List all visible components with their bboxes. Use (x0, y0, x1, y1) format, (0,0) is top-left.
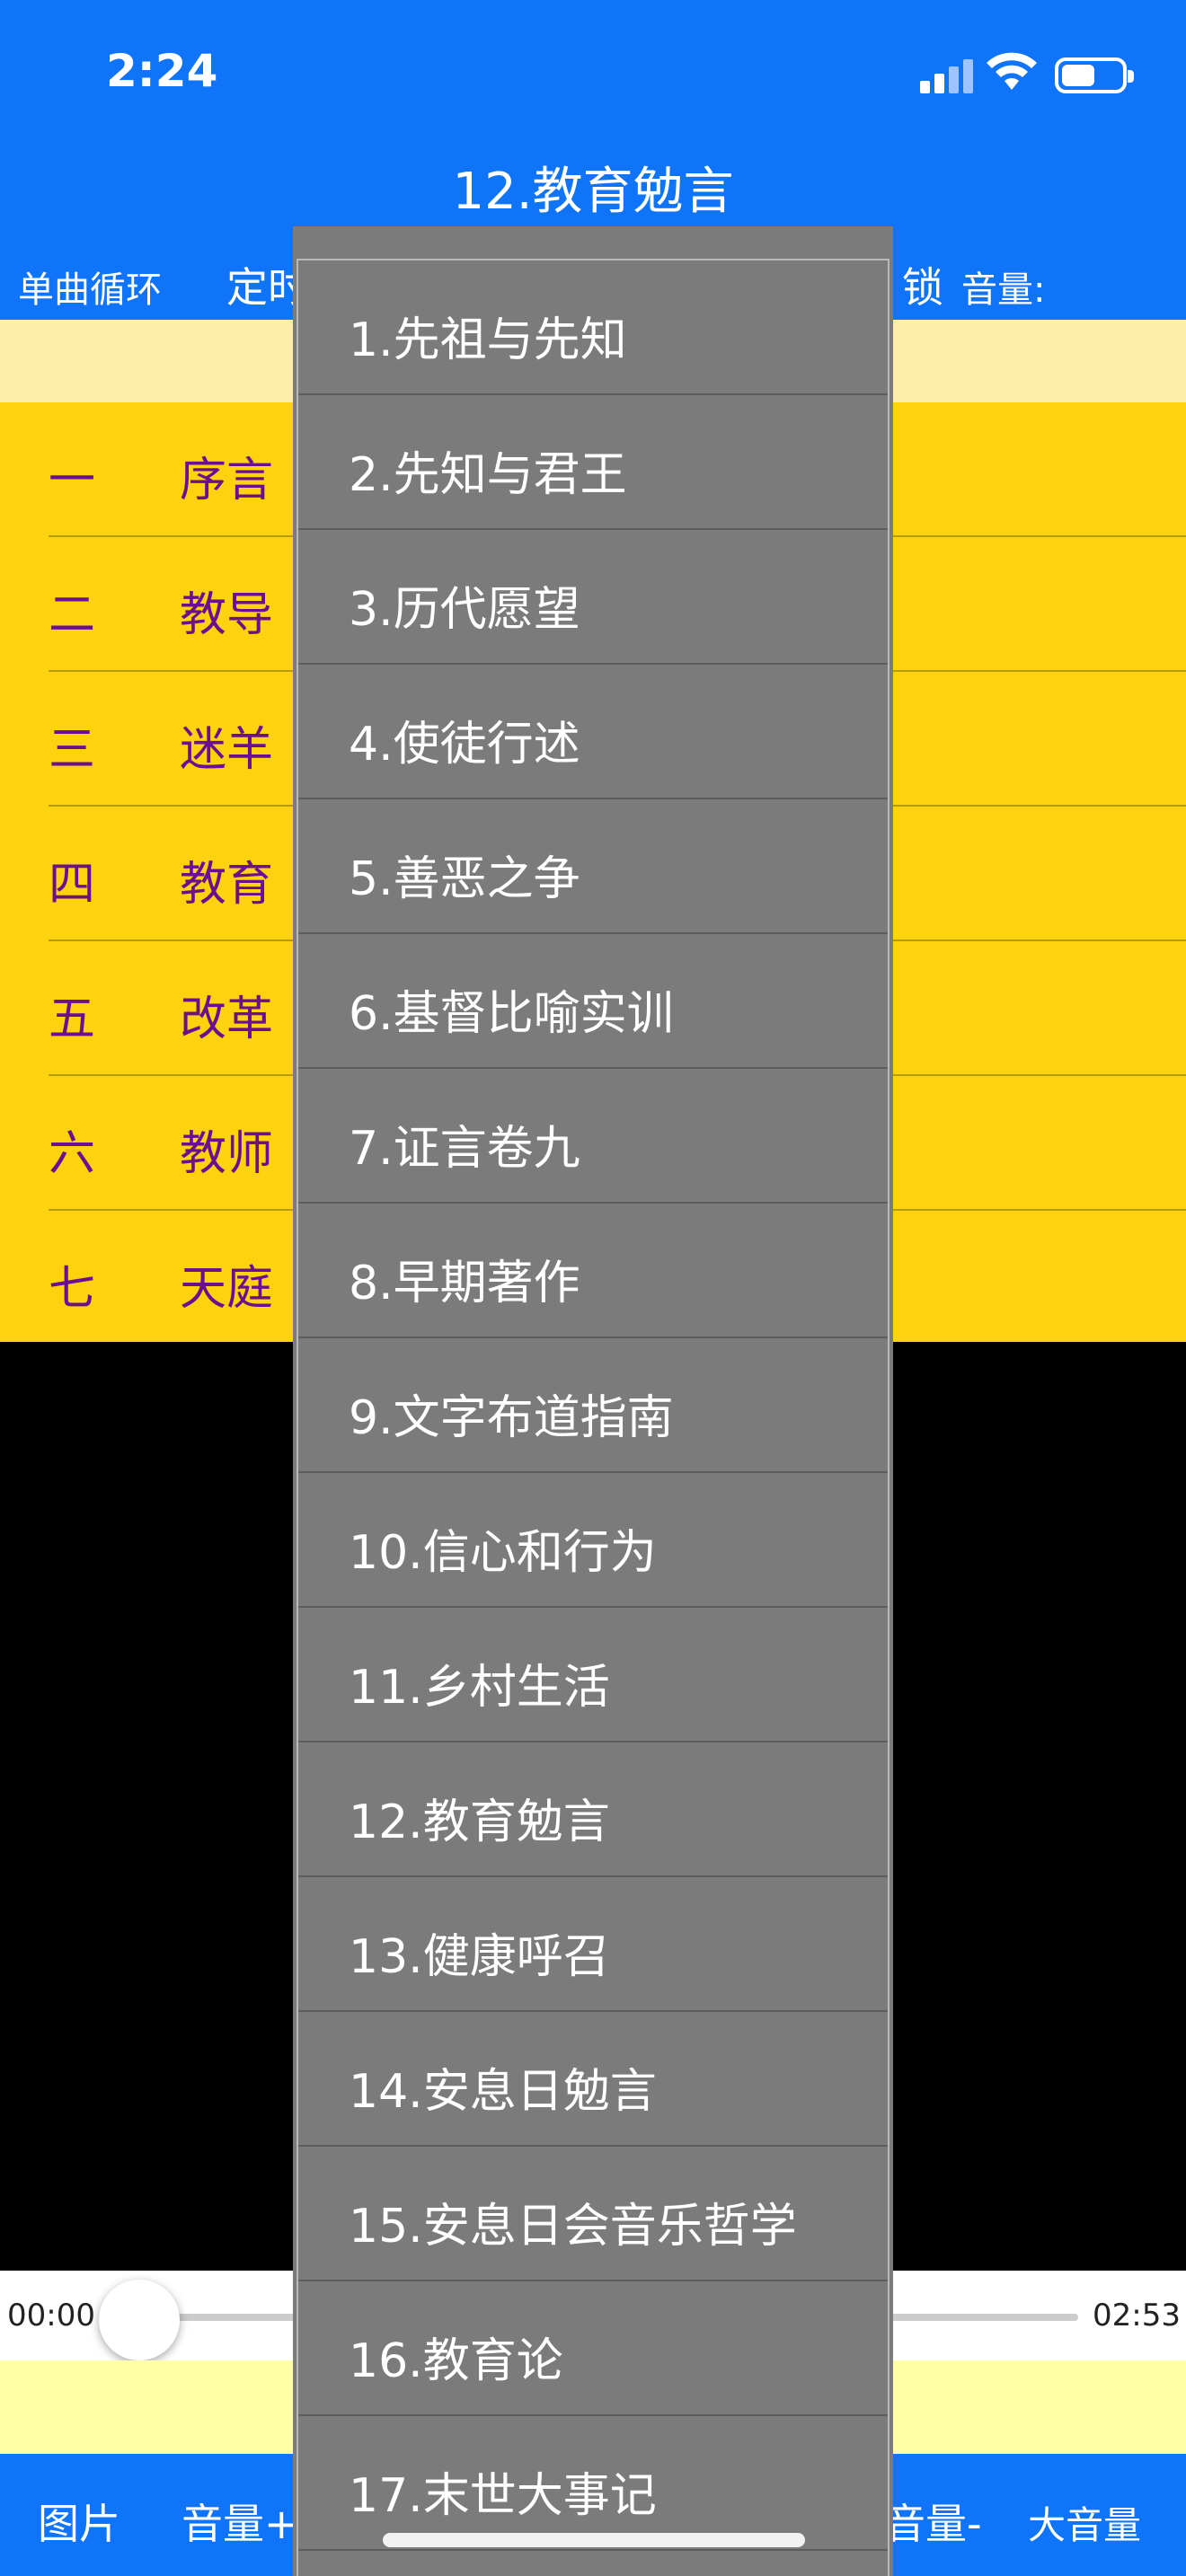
cellular-signal-icon (920, 57, 974, 93)
menu-item[interactable]: 8.早期著作 (298, 1204, 888, 1338)
chapter-name: 教育 (180, 858, 274, 912)
volume-down-button[interactable]: 音量- (884, 2492, 982, 2551)
total-time: 02:53 (1093, 2298, 1181, 2333)
chapter-number: 三 (49, 723, 96, 777)
wifi-icon (987, 52, 1037, 90)
status-time: 2:24 (106, 45, 218, 97)
menu-item[interactable]: 16.教育论 (298, 2281, 888, 2416)
chapter-name: 改革 (180, 992, 274, 1046)
chapter-name: 教导 (180, 588, 274, 642)
chapter-number: 一 (49, 454, 96, 507)
book-menu-list: 1.先祖与先知 2.先知与君王 3.历代愿望 4.使徒行述 5.善恶之争 6.基… (296, 259, 890, 2576)
chapter-name: 教师 (180, 1127, 274, 1181)
chapter-name: 序言 (180, 454, 274, 507)
chapter-number: 六 (49, 1127, 96, 1181)
menu-item[interactable]: 13.健康呼召 (298, 1877, 888, 2012)
chapter-name: 天庭 (180, 1262, 274, 1316)
menu-item[interactable]: 10.信心和行为 (298, 1473, 888, 1608)
chapter-number: 七 (49, 1262, 96, 1316)
menu-item[interactable]: 12.教育勉言 (298, 1742, 888, 1877)
menu-item[interactable]: 5.善恶之争 (298, 799, 888, 934)
current-time: 00:00 (7, 2298, 95, 2333)
menu-item[interactable]: 15.安息日会音乐哲学 (298, 2147, 888, 2281)
menu-item[interactable]: 1.先祖与先知 (298, 260, 888, 395)
menu-item[interactable]: 17.末世大事记 (298, 2416, 888, 2551)
menu-item[interactable]: 3.历代愿望 (298, 530, 888, 665)
loop-mode-button[interactable]: 单曲循环 (18, 260, 162, 313)
menu-item[interactable]: 2.先知与君王 (298, 395, 888, 530)
chapter-number: 四 (49, 858, 96, 912)
menu-item[interactable]: 11.乡村生活 (298, 1608, 888, 1742)
volume-label: 音量: (961, 269, 1046, 311)
image-button[interactable]: 图片 (38, 2492, 120, 2551)
chapter-number: 五 (49, 992, 96, 1046)
menu-item[interactable]: 7.证言卷九 (298, 1069, 888, 1204)
progress-slider-thumb[interactable] (99, 2280, 180, 2360)
page-title[interactable]: 12.教育勉言 (0, 151, 1186, 224)
menu-item[interactable]: 4.使徒行述 (298, 665, 888, 799)
menu-item[interactable]: 6.基督比喻实训 (298, 934, 888, 1069)
max-volume-button[interactable]: 大音量 (1028, 2495, 1141, 2550)
volume-up-button[interactable]: 音量+ (181, 2492, 299, 2551)
menu-item[interactable]: 9.文字布道指南 (298, 1338, 888, 1473)
chapter-name: 迷羊 (180, 723, 274, 777)
battery-icon (1055, 57, 1134, 93)
book-selection-popover: 1.先祖与先知 2.先知与君王 3.历代愿望 4.使徒行述 5.善恶之争 6.基… (293, 226, 893, 2576)
lock-button[interactable]: 锁 (902, 255, 943, 314)
menu-item[interactable]: 14.安息日勉言 (298, 2012, 888, 2147)
home-indicator[interactable] (383, 2533, 805, 2547)
chapter-number: 二 (49, 588, 96, 642)
